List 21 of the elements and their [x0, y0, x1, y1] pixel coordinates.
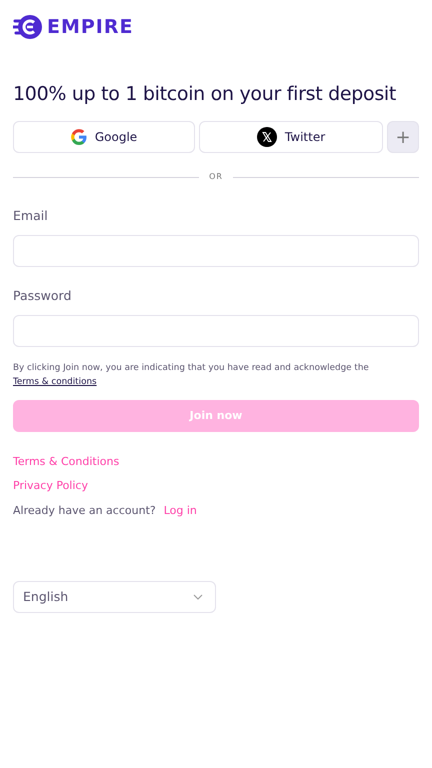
- footer-link[interactable]: Terms & Conditions: [13, 454, 120, 470]
- input-field[interactable]: [13, 314, 419, 347]
- field-label: Password: [13, 287, 72, 306]
- footer-link[interactable]: Privacy Policy: [13, 478, 88, 495]
- login-prompt: Already have an account?: [13, 502, 156, 519]
- x-logo-icon: [256, 127, 277, 148]
- social-login-button[interactable]: Google: [13, 121, 196, 154]
- social-login-button[interactable]: Twitter: [199, 121, 384, 154]
- more-options-button[interactable]: +: [387, 121, 420, 154]
- login-link[interactable]: Log in: [164, 502, 197, 520]
- language-select[interactable]: English: [13, 581, 216, 614]
- field-label: Email: [13, 207, 49, 226]
- headline: 100% up to 1 bitcoin on your first deposit: [13, 82, 398, 106]
- logo-text: EMPIRE: [47, 15, 134, 40]
- divider-text: OR: [209, 171, 223, 184]
- google-g-icon: [70, 129, 87, 146]
- chevron-down-icon: [193, 594, 203, 600]
- consent-text: By clicking Join now, you are indicating that you have read and acknowledge the Terms & conditions: [13, 362, 370, 389]
- logo-icon: [13, 14, 43, 40]
- terms-link[interactable]: Terms & conditions: [13, 376, 97, 387]
- input-field[interactable]: [13, 235, 419, 268]
